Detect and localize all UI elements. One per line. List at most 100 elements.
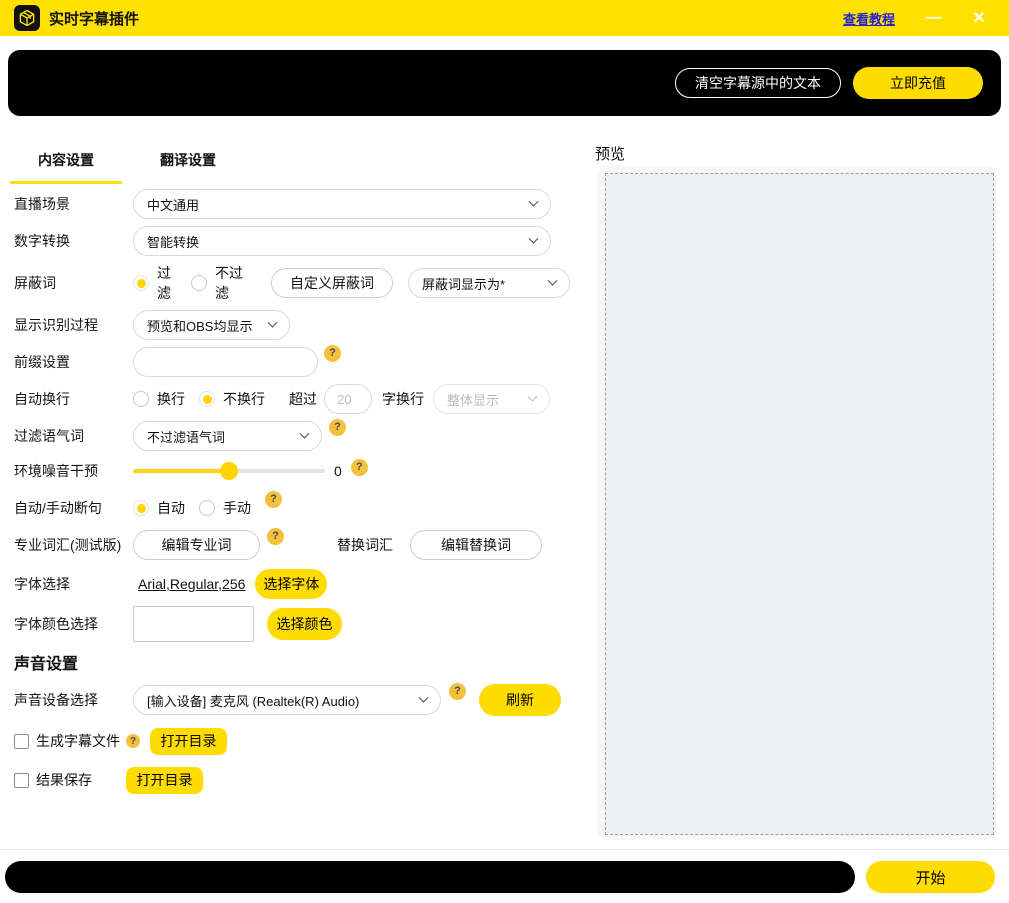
chevron-down-icon: [268, 317, 278, 327]
open-result-dir-button[interactable]: 打开目录: [126, 767, 203, 794]
clear-subtitle-source-button[interactable]: 清空字幕源中的文本: [675, 68, 841, 98]
tutorial-link[interactable]: 查看教程: [843, 9, 895, 28]
number-convert-row: 数字转换 智能转换: [14, 226, 570, 256]
footer-divider: [0, 849, 1009, 850]
blocked-filter-radio[interactable]: [133, 275, 149, 291]
choose-font-button[interactable]: 选择字体: [255, 569, 327, 599]
blocked-display-as-value: 屏蔽词显示为*: [422, 274, 505, 293]
sentence-help-icon[interactable]: ?: [265, 491, 282, 508]
recharge-button[interactable]: 立即充值: [853, 67, 983, 99]
tab-translate-settings[interactable]: 翻译设置: [132, 142, 244, 184]
sound-settings-header: 声音设置: [14, 650, 570, 674]
open-subtitle-dir-button[interactable]: 打开目录: [150, 728, 227, 755]
prefix-label: 前缀设置: [14, 352, 133, 372]
show-process-label: 显示识别过程: [14, 315, 133, 335]
minimize-button[interactable]: —: [923, 9, 943, 27]
font-color-input[interactable]: [133, 606, 254, 642]
filler-help-icon[interactable]: ?: [329, 419, 346, 436]
chevron-down-icon: [548, 275, 558, 285]
manual-break-radio-label[interactable]: 手动: [223, 498, 251, 518]
nowrap-radio[interactable]: [199, 391, 215, 407]
titlebar: 实时字幕插件 查看教程 — ✕: [0, 0, 1009, 36]
live-scene-select[interactable]: 中文通用: [133, 189, 551, 219]
over-label: 超过: [289, 389, 317, 409]
number-convert-value: 智能转换: [147, 232, 199, 251]
save-result-label[interactable]: 结果保存: [36, 770, 92, 790]
choose-color-button[interactable]: 选择颜色: [267, 608, 342, 640]
blocked-nofilter-radio[interactable]: [191, 275, 207, 291]
nowrap-radio-label[interactable]: 不换行: [223, 389, 265, 409]
font-select-label: 字体选择: [14, 574, 133, 594]
font-color-row: 字体颜色选择 选择颜色: [14, 606, 570, 642]
show-process-value: 预览和OBS均显示: [147, 316, 252, 335]
filler-words-select[interactable]: 不过滤语气词: [133, 421, 322, 451]
chevron-down-icon: [529, 196, 539, 206]
prefix-input[interactable]: [133, 347, 318, 377]
sound-device-value: [输入设备] 麦克风 (Realtek(R) Audio): [147, 691, 359, 710]
save-result-checkbox[interactable]: [14, 773, 29, 788]
cube-icon: [17, 8, 37, 28]
number-convert-select[interactable]: 智能转换: [133, 226, 551, 256]
blocked-words-row: 屏蔽词 过滤 不过滤 自定义屏蔽词 屏蔽词显示为*: [14, 263, 570, 303]
live-scene-row: 直播场景 中文通用: [14, 189, 570, 219]
noise-slider-fill: [133, 469, 229, 473]
preview-area: [605, 173, 994, 835]
show-process-row: 显示识别过程 预览和OBS均显示: [14, 310, 570, 340]
pro-words-help-icon[interactable]: ?: [267, 528, 284, 545]
prefix-row: 前缀设置 ?: [14, 347, 570, 377]
font-select-row: 字体选择 Arial,Regular,256 选择字体: [14, 569, 570, 599]
auto-break-radio[interactable]: [133, 500, 149, 516]
filler-words-row: 过滤语气词 不过滤语气词 ?: [14, 421, 570, 451]
settings-tabs: 内容设置 翻译设置: [10, 142, 244, 184]
blocked-nofilter-radio-label[interactable]: 不过滤: [215, 263, 245, 303]
live-scene-label: 直播场景: [14, 194, 133, 214]
noise-help-icon[interactable]: ?: [351, 459, 368, 476]
blocked-filter-radio-label[interactable]: 过滤: [157, 263, 177, 303]
noise-slider-thumb[interactable]: [220, 462, 238, 480]
blocked-display-as-select[interactable]: 屏蔽词显示为*: [408, 268, 570, 298]
wrap-radio[interactable]: [133, 391, 149, 407]
app-logo: [14, 5, 40, 31]
pro-words-label: 专业词汇(测试版): [14, 535, 133, 555]
tab-content-settings[interactable]: 内容设置: [10, 142, 122, 184]
wrap-radio-label[interactable]: 换行: [157, 389, 185, 409]
edit-replace-words-button[interactable]: 编辑替换词: [410, 530, 542, 560]
subtitle-status-bar: [5, 861, 855, 893]
refresh-device-button[interactable]: 刷新: [479, 684, 561, 716]
current-font-link[interactable]: Arial,Regular,256: [138, 576, 245, 592]
app-window: 实时字幕插件 查看教程 — ✕ 清空字幕源中的文本 立即充值 内容设置 翻译设置…: [0, 0, 1009, 903]
sentence-break-row: 自动/手动断句 自动 手动 ?: [14, 493, 570, 523]
live-scene-value: 中文通用: [147, 195, 199, 214]
noise-value: 0: [334, 463, 342, 479]
chevron-down-icon: [529, 233, 539, 243]
filler-words-label: 过滤语气词: [14, 426, 133, 446]
preview-panel: [597, 166, 997, 840]
sound-device-select[interactable]: [输入设备] 麦克风 (Realtek(R) Audio): [133, 685, 441, 715]
chars-wrap-label: 字换行: [382, 389, 424, 409]
top-banner: 清空字幕源中的文本 立即充值: [8, 50, 1001, 116]
sound-device-label: 声音设备选择: [14, 690, 133, 710]
wrap-count-input[interactable]: [324, 384, 372, 414]
auto-wrap-label: 自动换行: [14, 389, 133, 409]
chevron-down-icon: [300, 428, 310, 438]
custom-blocked-words-button[interactable]: 自定义屏蔽词: [271, 268, 393, 298]
edit-pro-words-button[interactable]: 编辑专业词: [133, 530, 260, 560]
subtitle-file-help-icon[interactable]: ?: [126, 734, 140, 748]
auto-break-radio-label[interactable]: 自动: [157, 498, 185, 518]
replace-words-label: 替换词汇: [337, 535, 393, 555]
manual-break-radio[interactable]: [199, 500, 215, 516]
subtitle-file-checkbox[interactable]: [14, 734, 29, 749]
close-button[interactable]: ✕: [969, 8, 989, 28]
noise-slider[interactable]: [133, 462, 325, 480]
subtitle-file-row: 生成字幕文件 ? 打开目录: [14, 726, 570, 756]
start-button[interactable]: 开始: [866, 861, 995, 893]
show-process-select[interactable]: 预览和OBS均显示: [133, 310, 290, 340]
subtitle-file-label[interactable]: 生成字幕文件: [36, 731, 120, 751]
prefix-help-icon[interactable]: ?: [324, 345, 341, 362]
chevron-down-icon: [419, 692, 429, 702]
sound-device-help-icon[interactable]: ?: [449, 683, 466, 700]
wrap-display-mode-select[interactable]: 整体显示: [433, 384, 550, 414]
blocked-words-label: 屏蔽词: [14, 273, 133, 293]
number-convert-label: 数字转换: [14, 231, 133, 251]
noise-slider-track: [133, 469, 325, 473]
